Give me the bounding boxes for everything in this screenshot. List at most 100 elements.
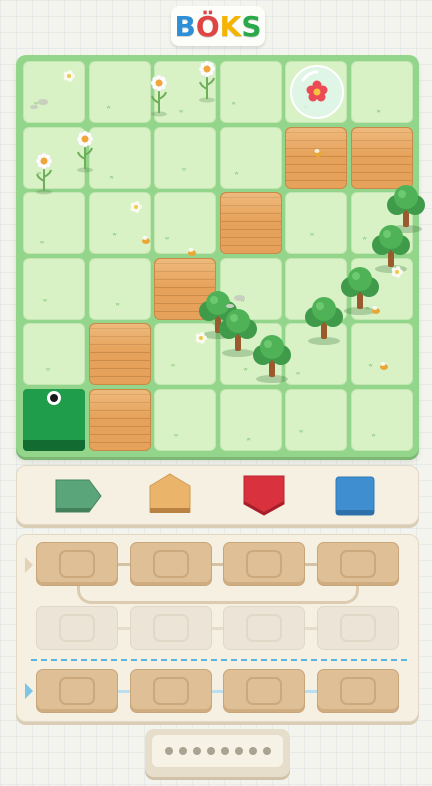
small-flower-icon	[391, 266, 403, 278]
slot-connector	[305, 626, 317, 630]
daisy-flower-icon	[35, 152, 53, 195]
player-block	[23, 388, 85, 451]
grass-tile: ʷ	[219, 388, 282, 451]
logo-letter-b: B	[174, 9, 196, 43]
program-slot[interactable]	[129, 542, 212, 586]
small-flower-icon	[130, 201, 142, 213]
slot-connector	[211, 690, 224, 693]
game-board: ʷʷʷʷʷʷʷʷʷʷʷʷʷʷʷʷʷʷʷʷʷʷʷʷʷʷʷʷʷ	[16, 55, 425, 457]
pebble-icon	[38, 99, 48, 105]
run-button[interactable]	[145, 729, 290, 777]
progress-dot	[262, 747, 271, 755]
bee-icon	[188, 248, 196, 256]
grass-tuft-icon: ʷ	[182, 165, 187, 175]
grass-tuft-icon: ʷ	[106, 104, 111, 113]
program-slot[interactable]	[223, 542, 305, 586]
progress-dot	[206, 747, 215, 755]
program-slot[interactable]	[129, 669, 212, 713]
grass-tile: ʷ	[88, 61, 151, 123]
grass-tuft-icon: ʷ	[46, 366, 51, 375]
goal-flower-bubble-icon	[290, 65, 344, 119]
progress-dot	[234, 747, 243, 755]
grass-tile: ʷ	[154, 388, 216, 451]
daisy-flower-icon	[150, 74, 168, 117]
program-slot[interactable]	[316, 605, 399, 650]
row-1-marker-icon	[25, 557, 33, 573]
program-slot[interactable]	[36, 542, 118, 586]
pebble-icon	[234, 295, 245, 302]
grass-tuft-icon: ʷ	[299, 427, 304, 437]
program-slot[interactable]	[223, 605, 305, 650]
logo-letter-s: S	[241, 9, 262, 43]
slot-connector	[211, 626, 224, 630]
slot-connector	[118, 690, 130, 693]
logo-letter-o: Ö	[195, 9, 220, 43]
program-queue	[16, 534, 419, 722]
grass-tuft-icon: ʷ	[234, 169, 239, 179]
program-slot[interactable]	[36, 605, 118, 650]
wood-crate-tile	[88, 388, 151, 451]
program-slot[interactable]	[316, 542, 399, 586]
run-button-dots	[152, 735, 283, 767]
row-3-marker-icon	[25, 683, 33, 699]
program-slot[interactable]	[316, 669, 399, 713]
grass-tile: ʷ	[23, 192, 85, 254]
grass-tuft-icon: ʷ	[296, 370, 301, 379]
grass-tuft-icon: ʷ	[368, 362, 373, 371]
grass-tuft-icon: ʷ	[171, 362, 176, 371]
tree-icon	[305, 297, 343, 345]
tree-icon	[253, 335, 291, 383]
progress-dot	[192, 747, 201, 755]
grass-tuft-icon: ʷ	[246, 435, 251, 445]
grass-tuft-icon: ʷ	[43, 296, 48, 306]
grass-tuft-icon: ʷ	[231, 100, 236, 109]
grass-tile: ʷ	[285, 388, 347, 451]
grass-tuft-icon: ʷ	[115, 300, 120, 310]
logo-letter-k: K	[219, 9, 242, 43]
wood-crate-tile	[219, 192, 282, 254]
slot-connector	[118, 626, 130, 630]
progress-dot	[164, 747, 173, 755]
grass-tile: ʷ	[350, 323, 413, 385]
grass-tuft-icon: ʷ	[179, 108, 184, 117]
grass-tuft-icon: ʷ	[109, 173, 114, 183]
wood-crate-tile	[350, 126, 413, 189]
daisy-flower-icon	[76, 130, 94, 173]
grass-tuft-icon: ʷ	[376, 108, 381, 117]
grass-tile: ʷ	[219, 61, 282, 123]
program-slot[interactable]	[223, 669, 305, 713]
player-eye-icon	[47, 390, 61, 405]
progress-dot	[178, 747, 187, 755]
grass-tuft-icon: ʷ	[371, 431, 376, 441]
grass-tile: ʷ	[350, 388, 413, 451]
small-flower-icon	[195, 332, 207, 344]
small-flower-icon	[63, 70, 75, 82]
square-shape-button[interactable]	[335, 476, 377, 518]
slot-connector	[118, 563, 130, 566]
wood-crate-tile	[88, 323, 151, 385]
player-base	[23, 439, 85, 451]
program-slot[interactable]	[129, 605, 212, 650]
grass-tuft-icon: ʷ	[362, 235, 367, 244]
bee-icon	[142, 236, 150, 244]
slot-connector	[211, 563, 224, 566]
bee-icon	[380, 362, 388, 370]
program-slot[interactable]	[36, 669, 118, 713]
grass-tile: ʷ	[350, 61, 413, 123]
grass-tuft-icon: ʷ	[165, 235, 170, 244]
arrow-right-shape-button[interactable]	[55, 476, 105, 516]
grass-tile: ʷ	[154, 192, 216, 254]
slot-connector	[305, 563, 317, 566]
grass-tuft-icon: ʷ	[310, 231, 315, 240]
grass-tile: ʷ	[285, 192, 347, 254]
progress-dot	[248, 747, 257, 755]
bee-icon	[314, 149, 322, 157]
grass-tuft-icon: ʷ	[243, 366, 248, 375]
daisy-flower-icon	[198, 60, 216, 103]
app-logo: BÖKS	[171, 6, 265, 46]
shield-shape-button[interactable]	[242, 474, 286, 518]
grass-tile: ʷ	[219, 126, 282, 189]
grass-tile: ʷ	[154, 126, 216, 189]
shape-palette	[16, 465, 419, 525]
house-shape-button[interactable]	[148, 472, 192, 518]
